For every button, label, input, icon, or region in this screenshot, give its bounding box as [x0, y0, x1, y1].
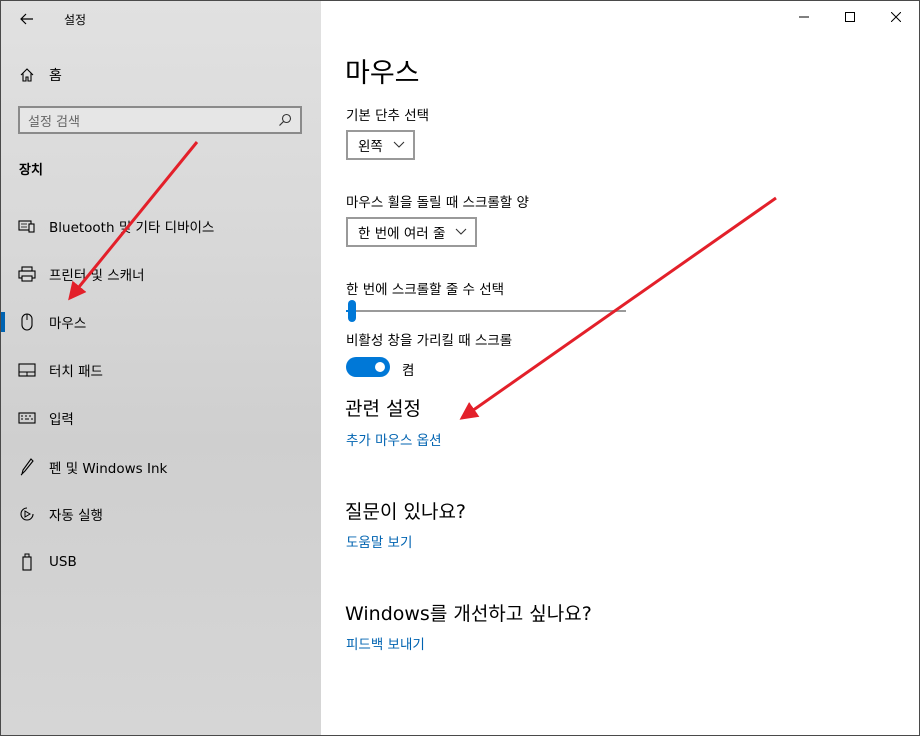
- mouse-icon: [18, 313, 36, 331]
- keyboard-icon: [18, 409, 36, 427]
- home-icon: [20, 68, 34, 82]
- section-title: 장치: [19, 163, 43, 178]
- sidebar-item-label: 자동 실행: [49, 508, 103, 524]
- inactive-scroll-toggle[interactable]: [346, 357, 390, 377]
- sidebar-item-bluetooth[interactable]: Bluetooth 및 기타 디바이스: [1, 206, 321, 246]
- sidebar-item-label: USB: [49, 554, 77, 570]
- improve-heading: Windows를 개선하고 싶나요?: [345, 603, 592, 625]
- chevron-down-icon: [456, 228, 467, 235]
- chevron-down-icon: [393, 141, 405, 148]
- scroll-amount-dropdown[interactable]: 한 번에 여러 줄: [346, 217, 478, 247]
- close-button[interactable]: [873, 1, 919, 33]
- sidebar-item-label: 터치 패드: [49, 364, 103, 380]
- minimize-icon: [799, 16, 809, 18]
- lines-to-scroll-label: 한 번에 스크롤할 줄 수 선택: [346, 282, 505, 298]
- search-icon[interactable]: [278, 113, 292, 127]
- maximize-button[interactable]: [827, 1, 873, 33]
- close-icon: [891, 12, 901, 22]
- sidebar: 설정 홈 설정 검색 장치 Bluetooth 및 기타 디바이스 프린터 및 …: [1, 1, 321, 735]
- sidebar-item-label: 프린터 및 스캐너: [49, 268, 145, 284]
- sidebar-item-label: Bluetooth 및 기타 디바이스: [49, 220, 215, 236]
- lines-slider-track[interactable]: [346, 310, 626, 312]
- lines-slider-thumb[interactable]: [347, 300, 356, 322]
- sidebar-item-home[interactable]: 홈: [19, 65, 62, 85]
- toggle-knob: [375, 362, 385, 372]
- sidebar-item-label: 펜 및 Windows Ink: [49, 461, 168, 477]
- sidebar-item-pen[interactable]: 펜 및 Windows Ink: [1, 447, 321, 487]
- touchpad-icon: [18, 361, 36, 379]
- pen-icon: [18, 458, 36, 476]
- usb-icon: [18, 553, 36, 571]
- sidebar-item-label: 입력: [49, 412, 74, 428]
- primary-button-label: 기본 단추 선택: [346, 108, 430, 124]
- app-title: 설정: [64, 13, 87, 27]
- search-input[interactable]: 설정 검색: [18, 106, 302, 134]
- sidebar-item-label: 마우스: [49, 316, 87, 332]
- main-content: 마우스 기본 단추 선택 왼쪽 마우스 휠을 돌릴 때 스크롤할 양 한 번에 …: [321, 1, 919, 735]
- primary-button-dropdown[interactable]: 왼쪽: [346, 130, 415, 160]
- primary-button-value: 왼쪽: [358, 139, 383, 155]
- selection-indicator: [1, 312, 5, 332]
- inactive-scroll-state: 켬: [402, 363, 415, 379]
- question-heading: 질문이 있나요?: [345, 501, 467, 523]
- maximize-icon: [845, 12, 855, 22]
- home-label: 홈: [49, 68, 62, 84]
- settings-window: 설정 홈 설정 검색 장치 Bluetooth 및 기타 디바이스 프린터 및 …: [0, 0, 920, 736]
- sidebar-item-mouse[interactable]: 마우스: [1, 302, 321, 342]
- scroll-amount-label: 마우스 휠을 돌릴 때 스크롤할 양: [346, 195, 529, 211]
- bluetooth-devices-icon: [18, 217, 36, 235]
- related-settings-heading: 관련 설정: [345, 398, 421, 420]
- scroll-amount-value: 한 번에 여러 줄: [358, 226, 446, 242]
- sidebar-item-typing[interactable]: 입력: [1, 398, 321, 438]
- sidebar-item-autoplay[interactable]: 자동 실행: [1, 494, 321, 534]
- search-placeholder: 설정 검색: [28, 114, 80, 130]
- printer-icon: [18, 265, 36, 283]
- autoplay-icon: [18, 505, 36, 523]
- give-feedback-link[interactable]: 피드백 보내기: [346, 633, 425, 653]
- inactive-scroll-label: 비활성 창을 가리킬 때 스크롤: [346, 333, 513, 349]
- get-help-link[interactable]: 도움말 보기: [346, 531, 412, 551]
- additional-mouse-options-link[interactable]: 추가 마우스 옵션: [346, 429, 442, 449]
- minimize-button[interactable]: [781, 1, 827, 33]
- sidebar-item-touchpad[interactable]: 터치 패드: [1, 350, 321, 390]
- back-arrow-icon: [20, 13, 33, 25]
- sidebar-item-printers[interactable]: 프린터 및 스캐너: [1, 254, 321, 294]
- sidebar-item-usb[interactable]: USB: [1, 542, 321, 582]
- page-title: 마우스: [345, 58, 420, 89]
- back-button[interactable]: [11, 5, 43, 33]
